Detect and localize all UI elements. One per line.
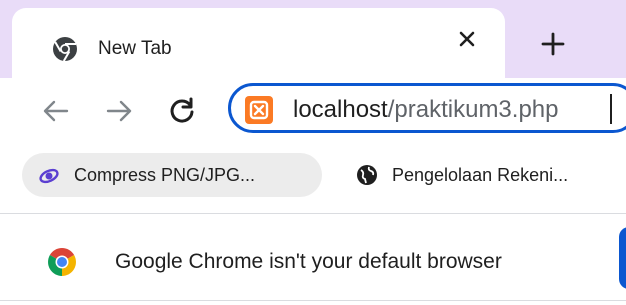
back-arrow-icon (43, 100, 69, 122)
bookmark-pengelolaan[interactable]: Pengelolaan Rekeni... (340, 153, 626, 197)
plus-icon (541, 32, 565, 56)
infobar-message: Google Chrome isn't your default browser (115, 250, 502, 273)
divider (0, 300, 626, 301)
bookmark-label: Compress PNG/JPG... (74, 164, 256, 185)
tab-new-tab[interactable]: New Tab (12, 8, 505, 78)
tab-close-button[interactable] (454, 26, 480, 52)
set-default-button[interactable] (619, 227, 626, 289)
url-text[interactable]: localhost/praktikum3.php (293, 96, 559, 124)
text-caret (610, 94, 612, 124)
new-tab-button[interactable] (535, 26, 571, 62)
bookmark-label: Pengelolaan Rekeni... (392, 164, 569, 185)
chrome-favicon-icon (53, 37, 77, 62)
url-host: localhost (293, 96, 388, 123)
bookmark-compress-png[interactable]: Compress PNG/JPG... (22, 153, 322, 197)
forward-arrow-icon (106, 100, 132, 122)
xampp-icon (245, 96, 273, 124)
globe-icon (357, 165, 377, 185)
chrome-logo-icon (48, 248, 76, 276)
tab-title: New Tab (98, 38, 172, 59)
back-button[interactable] (38, 93, 74, 129)
close-icon (459, 31, 475, 47)
reload-icon (170, 97, 194, 123)
forward-button[interactable] (101, 93, 137, 129)
url-path: /praktikum3.php (387, 96, 559, 123)
compress-icon (39, 168, 59, 184)
reload-button[interactable] (164, 93, 200, 129)
